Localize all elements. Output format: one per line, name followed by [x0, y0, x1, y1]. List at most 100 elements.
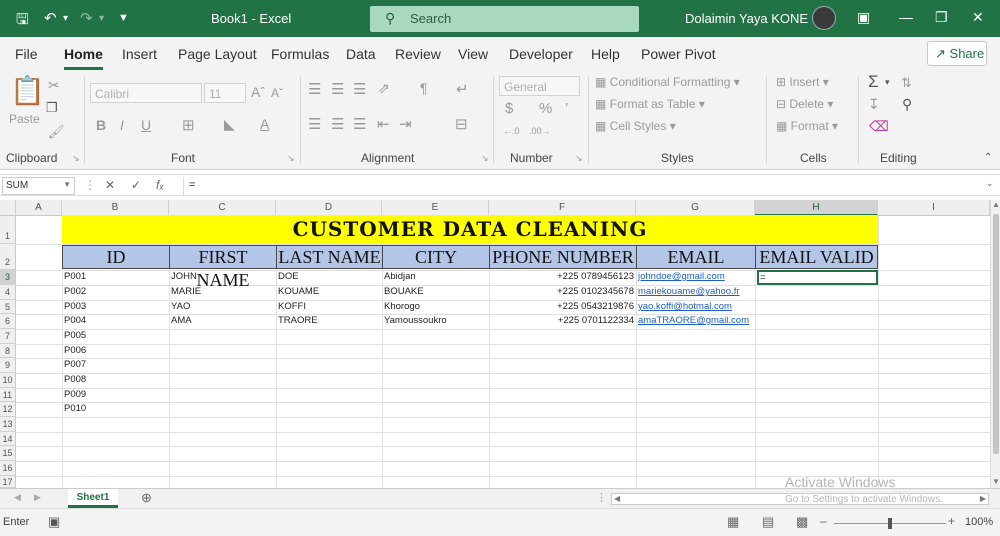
sort-filter-icon[interactable]: ⇅	[901, 75, 912, 91]
column-header[interactable]: C	[169, 200, 276, 216]
scroll-thumb[interactable]	[993, 214, 999, 454]
cell-id[interactable]: P004	[64, 314, 86, 328]
fill-color-icon[interactable]: ◣	[224, 116, 235, 133]
cell-city[interactable]: Yamoussoukro	[384, 314, 447, 328]
close-icon[interactable]: ✕	[972, 9, 984, 26]
cut-icon[interactable]: ✂	[48, 77, 60, 94]
row-header[interactable]: 12	[0, 402, 16, 417]
row-header[interactable]: 1	[0, 216, 16, 244]
vertical-scrollbar[interactable]: ▲ ▼	[990, 200, 1000, 488]
row-header[interactable]: 11	[0, 388, 16, 402]
row-header[interactable]: 2	[0, 244, 16, 270]
cancel-icon[interactable]: ✕	[105, 178, 115, 192]
scroll-up-icon[interactable]: ▲	[992, 200, 1000, 209]
cell-id[interactable]: P003	[64, 300, 86, 314]
percent-icon[interactable]: %	[539, 100, 552, 117]
header-cell-email-valid[interactable]: EMAIL VALID	[755, 245, 878, 269]
increase-decimal-icon[interactable]: ←.0	[503, 126, 520, 136]
underline-icon[interactable]: U	[141, 117, 151, 133]
header-cell-email[interactable]: EMAIL	[636, 245, 756, 269]
save-icon[interactable]: 🖫	[16, 9, 29, 34]
row-header[interactable]: 17	[0, 476, 16, 488]
row-header[interactable]: 6	[0, 314, 16, 329]
scroll-right-icon[interactable]: ▶	[980, 494, 986, 503]
row-header[interactable]: 15	[0, 446, 16, 461]
font-launcher-icon[interactable]: ↘	[287, 153, 295, 164]
tab-data[interactable]: Data	[346, 46, 376, 62]
column-header[interactable]: E	[382, 200, 489, 216]
cell-email[interactable]: amaTRAORE@gmail.com	[638, 314, 749, 328]
scroll-down-icon[interactable]: ▼	[992, 477, 1000, 486]
tab-page-layout[interactable]: Page Layout	[178, 46, 257, 62]
cell-email[interactable]: yao.koffi@hotmal.com	[638, 300, 732, 314]
share-button[interactable]: ↗ Share	[927, 41, 987, 66]
header-cell-first-name[interactable]: FIRST NAME	[169, 245, 277, 290]
tab-view[interactable]: View	[458, 46, 488, 62]
normal-view-icon[interactable]: ▦	[727, 514, 739, 530]
name-box[interactable]: SUM ▼	[2, 177, 75, 195]
header-cell-city[interactable]: CITY	[382, 245, 490, 269]
merge-center-icon[interactable]: ⊟	[455, 115, 468, 133]
cell-email[interactable]: johndoe@gmail.com	[638, 270, 725, 284]
italic-icon[interactable]: I	[120, 117, 124, 133]
align-top-icon[interactable]: ☰	[308, 80, 321, 98]
delete-cells-button[interactable]: ⊟ Delete ▾	[776, 97, 833, 111]
tab-formulas[interactable]: Formulas	[271, 46, 329, 62]
cell-phone[interactable]: +225 0543219876	[491, 300, 634, 314]
ribbon-display-icon[interactable]: ▣	[857, 9, 870, 26]
redo-icon[interactable]: ↷	[80, 9, 93, 27]
column-header[interactable]: F	[489, 200, 636, 216]
cell-phone[interactable]: +225 0701122334	[491, 314, 634, 328]
row-header[interactable]: 14	[0, 432, 16, 446]
column-header[interactable]: A	[16, 200, 62, 216]
font-name-combo[interactable]: Calibri	[90, 83, 202, 103]
avatar[interactable]	[812, 6, 836, 30]
insert-function-icon[interactable]: fₓ	[156, 178, 164, 192]
zoom-slider-thumb[interactable]	[888, 518, 892, 529]
tab-split-icon[interactable]: ⋮	[596, 491, 607, 504]
cell-last-name[interactable]: DOE	[278, 270, 299, 284]
header-cell-id[interactable]: ID	[62, 245, 170, 269]
cell-first-name[interactable]: MARIE	[171, 285, 201, 299]
row-header[interactable]: 7	[0, 329, 16, 344]
cell-first-name[interactable]: YAO	[171, 300, 190, 314]
insert-cells-button[interactable]: ⊞ Insert ▾	[776, 75, 829, 89]
paste-icon[interactable]: 📋	[10, 74, 45, 107]
expand-formula-icon[interactable]: ⌄	[986, 178, 994, 189]
cell-city[interactable]: Khorogo	[384, 300, 420, 314]
cell-id[interactable]: P009	[64, 388, 86, 402]
cell-first-name[interactable]: JOHN	[171, 270, 197, 284]
zoom-out-icon[interactable]: –	[820, 514, 827, 528]
column-header[interactable]: B	[62, 200, 169, 216]
column-header[interactable]: G	[636, 200, 755, 216]
number-format-combo[interactable]: General	[499, 76, 580, 96]
orientation-icon[interactable]: ⇗	[378, 80, 390, 97]
select-all-corner[interactable]	[0, 200, 16, 216]
cell-id[interactable]: P001	[64, 270, 86, 284]
format-cells-button[interactable]: ▦ Format ▾	[776, 119, 838, 133]
decrease-decimal-icon[interactable]: .00→	[529, 126, 551, 136]
cell-city[interactable]: BOUAKE	[384, 285, 424, 299]
clear-icon[interactable]: ⌫	[869, 118, 889, 135]
cell-last-name[interactable]: TRAORE	[278, 314, 318, 328]
align-center-icon[interactable]: ☰	[331, 115, 344, 133]
tab-help[interactable]: Help	[591, 46, 620, 62]
active-cell-email-valid[interactable]: =	[757, 270, 878, 285]
search-box[interactable]: ⚲ Search	[370, 6, 639, 32]
worksheet-grid[interactable]: A B C D E F G H I 1 2 3 4 5 6 7 8 9 10 1…	[0, 200, 990, 488]
align-bottom-icon[interactable]: ☰	[353, 80, 366, 98]
cell-styles-button[interactable]: ▦ Cell Styles ▾	[595, 119, 676, 133]
copy-icon[interactable]: ❐	[46, 100, 58, 116]
cell-id[interactable]: P007	[64, 358, 86, 372]
row-header[interactable]: 16	[0, 461, 16, 476]
conditional-formatting-button[interactable]: ▦ Conditional Formatting ▾	[595, 75, 740, 89]
cell-last-name[interactable]: KOFFI	[278, 300, 306, 314]
align-left-icon[interactable]: ☰	[308, 115, 321, 133]
cell-id[interactable]: P002	[64, 285, 86, 299]
row-header[interactable]: 4	[0, 285, 16, 300]
zoom-in-icon[interactable]: +	[948, 514, 955, 528]
fill-icon[interactable]: ↧	[868, 96, 880, 113]
decrease-font-icon[interactable]: Aˇ	[271, 86, 283, 100]
tab-insert[interactable]: Insert	[122, 46, 157, 62]
tab-review[interactable]: Review	[395, 46, 441, 62]
